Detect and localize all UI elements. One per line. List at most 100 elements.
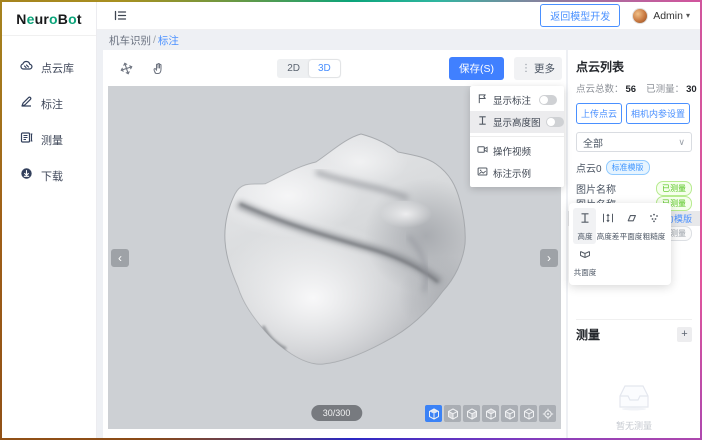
height-diff-icon bbox=[602, 211, 614, 229]
tool-label: 共面度 bbox=[573, 267, 596, 277]
sidebar-nav: 点云库 标注 测量 下载 bbox=[2, 36, 96, 194]
empty-measurements-state: 暂无测量 bbox=[568, 383, 700, 432]
empty-text: 暂无测量 bbox=[616, 419, 652, 432]
logo-letter: u bbox=[35, 11, 44, 27]
upload-pointcloud-button[interactable]: 上传点云 bbox=[576, 103, 622, 124]
pointcloud-stats: 点云总数：56 已测量：30 bbox=[576, 81, 692, 95]
sidebar: NeuroBot 点云库 标注 测量 下载 bbox=[2, 2, 97, 438]
pointcloud-item[interactable]: 点云0 标准模版 bbox=[576, 160, 692, 175]
previous-frame-button[interactable]: ‹ bbox=[111, 249, 129, 267]
view-cube-top-button[interactable] bbox=[520, 405, 537, 422]
tool-flatness[interactable]: 平面度 bbox=[619, 208, 642, 244]
video-icon bbox=[477, 144, 488, 158]
brand-logo: NeuroBot bbox=[2, 2, 96, 36]
sidebar-item-measure[interactable]: 测量 bbox=[2, 122, 96, 158]
view-cube-left-button[interactable] bbox=[482, 405, 499, 422]
filter-select[interactable]: 全部 ∨ bbox=[576, 132, 692, 152]
cloud-icon bbox=[20, 59, 33, 77]
more-dropdown-menu: 显示标注 显示高度图 操作视频 标注示例 bbox=[470, 86, 564, 187]
tab-3d[interactable]: 3D bbox=[309, 60, 340, 77]
total-value: 56 bbox=[626, 84, 637, 95]
menu-item-tutorial-video[interactable]: 操作视频 bbox=[470, 140, 564, 162]
app-window: NeuroBot 点云库 标注 测量 下载 返回模型开发 bbox=[2, 2, 700, 438]
view-cube-right-button[interactable] bbox=[501, 405, 518, 422]
measure-tool-popup: 高度 高度差 平面度 粗糙度 bbox=[569, 203, 671, 285]
tool-label: 平面度 bbox=[619, 231, 642, 241]
user-avatar[interactable] bbox=[632, 8, 648, 24]
menu-item-label: 显示高度图 bbox=[493, 115, 541, 129]
show-annotations-toggle[interactable] bbox=[539, 95, 557, 105]
tab-2d[interactable]: 2D bbox=[278, 60, 309, 77]
measured-label: 已测量： bbox=[646, 84, 684, 95]
flatness-icon bbox=[625, 211, 637, 229]
sidebar-item-label: 测量 bbox=[41, 132, 63, 148]
filter-selected-value: 全部 bbox=[583, 135, 678, 150]
total-label: 点云总数： bbox=[576, 84, 624, 95]
logo-letter: B bbox=[58, 11, 68, 27]
tool-coplanarity[interactable]: 共面度 bbox=[573, 244, 596, 280]
chevron-down-icon: ∨ bbox=[678, 137, 685, 148]
menu-item-show-annotations[interactable]: 显示标注 bbox=[470, 89, 564, 111]
measured-status-badge: 已测量 bbox=[656, 181, 692, 196]
logo-gear-letter: o bbox=[68, 11, 77, 27]
download-icon bbox=[20, 167, 33, 185]
stage-toolbar: 2D 3D 保存(S) ⋮更多 bbox=[103, 50, 566, 86]
measure-title: 测量 bbox=[576, 326, 600, 343]
sidebar-item-label: 下载 bbox=[41, 168, 63, 184]
pan-hand-icon[interactable] bbox=[147, 57, 169, 79]
caret-down-icon: ▾ bbox=[686, 11, 690, 20]
view-cube-front-button[interactable] bbox=[444, 405, 461, 422]
image-name: 图片名称 bbox=[576, 181, 616, 196]
menu-item-show-heightmap[interactable]: 显示高度图 bbox=[470, 111, 564, 133]
view-cube-toolbar bbox=[425, 405, 556, 422]
back-to-model-dev-button[interactable]: 返回模型开发 bbox=[540, 4, 620, 27]
camera-intrinsics-button[interactable]: 相机内参设置 bbox=[626, 103, 690, 124]
image-list-item[interactable]: 图片名称 已测量 bbox=[568, 181, 700, 196]
more-dots-icon: ⋮ bbox=[521, 63, 531, 74]
breadcrumb-current[interactable]: 标注 bbox=[158, 33, 179, 48]
add-measurement-button[interactable]: + bbox=[677, 327, 692, 342]
sidebar-item-label: 标注 bbox=[41, 96, 63, 112]
next-frame-button[interactable]: › bbox=[540, 249, 558, 267]
top-header: 返回模型开发 Admin▾ bbox=[97, 2, 700, 30]
panel-buttons: 上传点云 相机内参设置 bbox=[576, 103, 692, 124]
flag-icon bbox=[477, 93, 488, 107]
logo-gear-letter: e bbox=[27, 11, 35, 27]
total-count: 点云总数：56 bbox=[576, 81, 636, 95]
show-heightmap-toggle[interactable] bbox=[546, 117, 564, 127]
pointcloud-name: 点云0 bbox=[576, 160, 602, 175]
menu-divider bbox=[470, 136, 564, 137]
sidebar-item-annotate[interactable]: 标注 bbox=[2, 86, 96, 122]
pointcloud-list-panel: 点云列表 点云总数：56 已测量：30 上传点云 相机内参设置 全部 ∨ 点云0… bbox=[568, 50, 700, 438]
rotate-tool-icon[interactable] bbox=[115, 57, 137, 79]
collapse-sidebar-icon[interactable] bbox=[109, 5, 131, 27]
stage-card: 2D 3D 保存(S) ⋮更多 bbox=[103, 50, 566, 438]
view-cube-default-button[interactable] bbox=[425, 405, 442, 422]
more-button[interactable]: ⋮更多 bbox=[514, 57, 562, 80]
measured-count: 已测量：30 bbox=[646, 81, 697, 95]
app-frame: NeuroBot 点云库 标注 测量 下载 返回模型开发 bbox=[0, 0, 702, 440]
tool-label: 粗糙度 bbox=[642, 231, 665, 241]
tool-label: 高度差 bbox=[596, 231, 619, 241]
sidebar-item-label: 点云库 bbox=[41, 60, 74, 76]
content-row: 2D 3D 保存(S) ⋮更多 bbox=[97, 50, 700, 438]
locate-center-button[interactable] bbox=[539, 405, 556, 422]
user-menu[interactable]: Admin▾ bbox=[653, 10, 690, 22]
ruler-icon bbox=[20, 131, 33, 149]
menu-item-label: 标注示例 bbox=[493, 166, 557, 180]
menu-item-label: 操作视频 bbox=[493, 144, 557, 158]
coplanarity-icon bbox=[579, 247, 591, 265]
menu-item-annotation-example[interactable]: 标注示例 bbox=[470, 162, 564, 184]
height-ibeam-icon bbox=[477, 115, 488, 129]
measure-section-header: 测量 + bbox=[576, 319, 692, 343]
sidebar-item-pointcloud-library[interactable]: 点云库 bbox=[2, 50, 96, 86]
image-icon bbox=[477, 166, 488, 180]
tool-height-difference[interactable]: 高度差 bbox=[596, 208, 619, 244]
view-cube-back-button[interactable] bbox=[463, 405, 480, 422]
logo-letter: N bbox=[16, 11, 26, 27]
sidebar-item-download[interactable]: 下载 bbox=[2, 158, 96, 194]
menu-item-label: 显示标注 bbox=[493, 93, 534, 107]
tool-roughness[interactable]: 粗糙度 bbox=[642, 208, 665, 244]
tool-height[interactable]: 高度 bbox=[573, 208, 596, 244]
save-button[interactable]: 保存(S) bbox=[449, 57, 504, 80]
